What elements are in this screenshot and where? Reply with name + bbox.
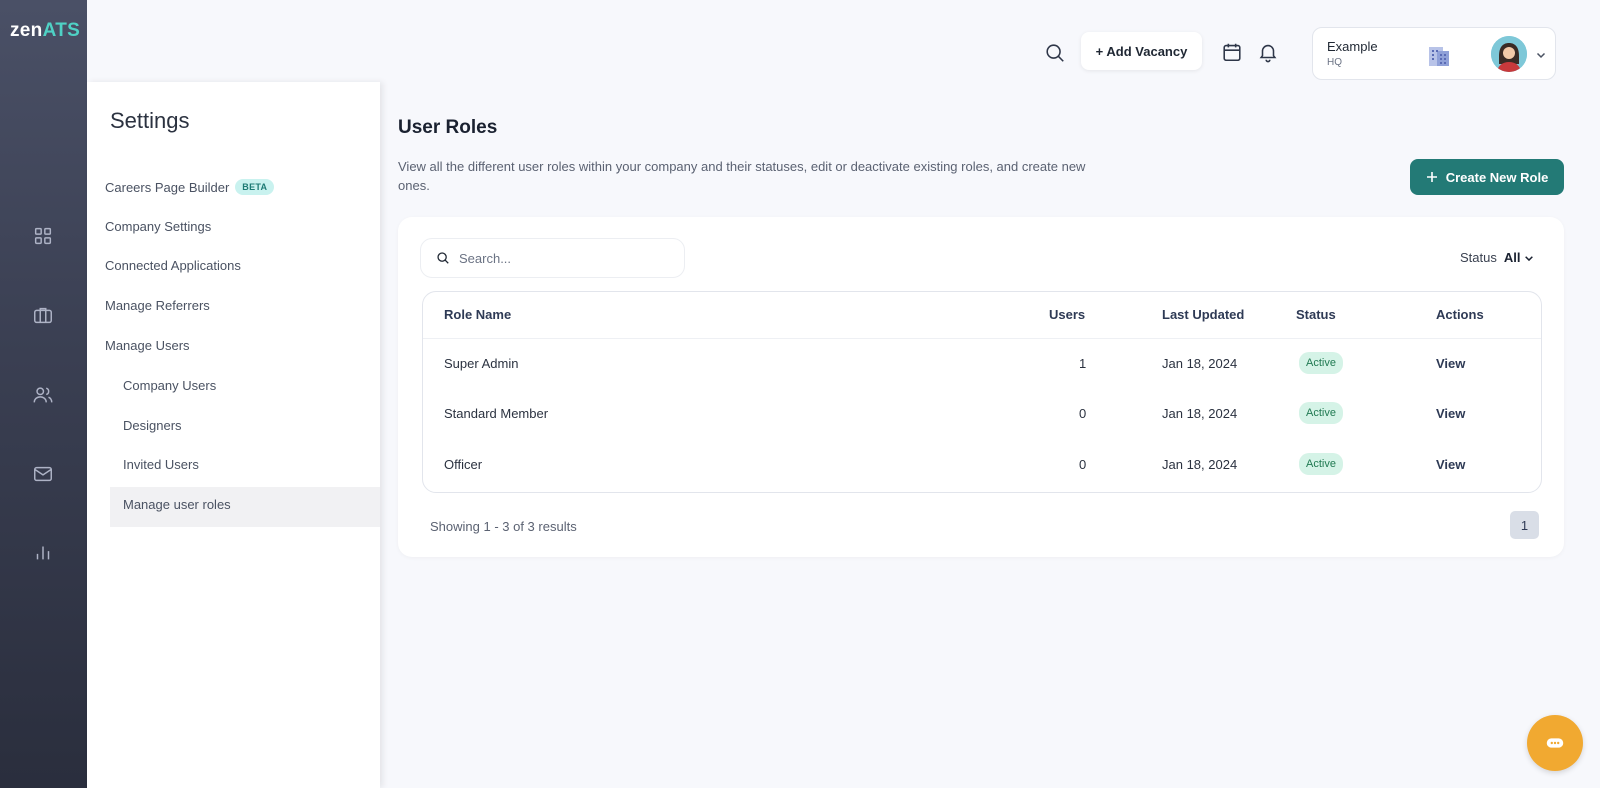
users-cell: 0	[1079, 457, 1087, 472]
chat-button[interactable]	[1527, 715, 1583, 771]
search-box[interactable]	[420, 238, 685, 278]
col-header-last-updated[interactable]: Last Updated	[1162, 307, 1244, 322]
view-link[interactable]: View	[1436, 356, 1465, 371]
table-row: Standard Member 0 Jan 18, 2024 Active Vi…	[423, 389, 1541, 440]
users-cell: 1	[1079, 356, 1087, 371]
settings-subitem-manage-user-roles[interactable]: Manage user roles	[123, 497, 231, 512]
bell-icon[interactable]	[1257, 41, 1279, 68]
settings-item-manage-users[interactable]: Manage Users	[105, 338, 190, 353]
view-link[interactable]: View	[1436, 457, 1465, 472]
settings-subitem-designers[interactable]: Designers	[123, 418, 182, 433]
last-updated-cell: Jan 18, 2024	[1162, 406, 1238, 421]
status-badge: Active	[1299, 453, 1343, 475]
calendar-icon[interactable]	[1221, 41, 1243, 68]
status-filter[interactable]: Status All	[1460, 250, 1534, 265]
status-filter-value: All	[1503, 250, 1521, 265]
role-name-cell: Officer	[444, 457, 483, 472]
settings-title: Settings	[110, 108, 190, 133]
chat-icon	[1546, 738, 1564, 748]
plus-icon	[1426, 172, 1437, 182]
roles-card: Status All Role Name Users Last Updated …	[398, 217, 1564, 557]
org-location: HQ	[1327, 57, 1342, 68]
results-summary: Showing 1 - 3 of 3 results	[430, 519, 577, 534]
page-description: View all the different user roles within…	[398, 159, 1086, 193]
settings-subitem-invited-users[interactable]: Invited Users	[123, 457, 199, 472]
status-badge: Active	[1299, 352, 1343, 374]
grid-icon[interactable]	[31, 224, 55, 248]
search-icon[interactable]	[1044, 42, 1066, 69]
left-rail: zenATS	[0, 0, 87, 788]
users-icon[interactable]	[31, 383, 55, 407]
role-name-cell: Super Admin	[444, 356, 519, 371]
create-new-role-button[interactable]: Create New Role	[1410, 159, 1564, 195]
roles-table: Role Name Users Last Updated Status Acti…	[422, 291, 1542, 493]
col-header-status[interactable]: Status	[1296, 307, 1336, 322]
beta-badge: BETA	[235, 179, 275, 195]
role-name-cell: Standard Member	[444, 406, 549, 421]
settings-item-connected-applications[interactable]: Connected Applications	[105, 258, 241, 273]
add-vacancy-button[interactable]: + Add Vacancy	[1081, 32, 1202, 70]
col-header-actions: Actions	[1436, 307, 1484, 322]
col-header-users[interactable]: Users	[1049, 307, 1085, 322]
settings-item-manage-referrers[interactable]: Manage Referrers	[105, 298, 210, 313]
settings-panel: Settings Careers Page Builder BETA Compa…	[87, 82, 380, 788]
table-row: Super Admin 1 Jan 18, 2024 Active View	[423, 338, 1541, 389]
org-switcher[interactable]: Example HQ	[1312, 27, 1556, 80]
create-new-role-label: Create New Role	[1445, 169, 1549, 185]
page-title: User Roles	[398, 117, 498, 138]
user-avatar[interactable]	[1491, 36, 1527, 72]
status-badge: Active	[1299, 402, 1343, 424]
last-updated-cell: Jan 18, 2024	[1162, 457, 1238, 472]
pagination-page-1[interactable]: 1	[1510, 511, 1539, 539]
last-updated-cell: Jan 18, 2024	[1162, 356, 1238, 371]
brand-logo[interactable]: zenATS	[10, 20, 80, 42]
mail-icon[interactable]	[31, 462, 55, 486]
search-icon	[437, 252, 449, 264]
col-header-role-name[interactable]: Role Name	[444, 307, 511, 322]
search-input[interactable]	[459, 250, 659, 266]
settings-subitem-company-users[interactable]: Company Users	[123, 378, 216, 393]
bar-chart-icon[interactable]	[31, 540, 55, 564]
org-name: Example	[1327, 39, 1378, 54]
settings-item-company-settings[interactable]: Company Settings	[105, 219, 211, 234]
status-filter-label: Status	[1460, 250, 1497, 265]
users-cell: 0	[1079, 406, 1087, 421]
table-row: Officer 0 Jan 18, 2024 Active View	[423, 440, 1541, 491]
settings-item-label: Careers Page Builder	[105, 179, 230, 195]
view-link[interactable]: View	[1436, 406, 1465, 421]
settings-item-careers-page-builder[interactable]: Careers Page Builder BETA	[105, 179, 275, 195]
briefcase-icon[interactable]	[31, 303, 55, 327]
chevron-down-icon	[1535, 48, 1547, 66]
building-icon	[1426, 42, 1452, 73]
chevron-down-icon	[1525, 255, 1534, 261]
